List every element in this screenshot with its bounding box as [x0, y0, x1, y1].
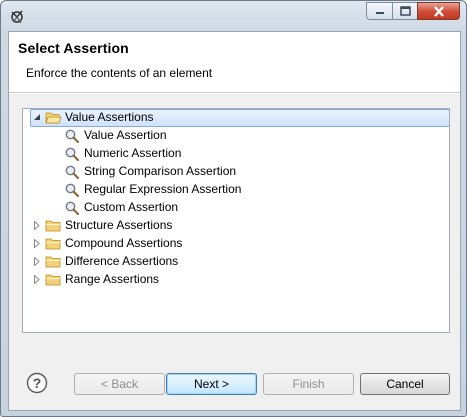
- tree-item-label: Compound Assertions: [65, 236, 183, 250]
- folder-icon: [45, 220, 61, 232]
- minimize-button[interactable]: [366, 2, 392, 20]
- tree-item-label: String Comparison Assertion: [84, 164, 237, 178]
- magnifier-icon: [65, 147, 80, 162]
- maximize-icon: [399, 6, 411, 16]
- folder-open-icon: [45, 112, 62, 124]
- magnifier-icon: [65, 165, 80, 180]
- magnifier-icon: [65, 201, 80, 216]
- tree-folder-item[interactable]: Range Assertions: [23, 271, 449, 289]
- collapsed-arrow-icon[interactable]: [33, 257, 41, 266]
- tree-leaf-item[interactable]: Value Assertion: [23, 127, 449, 145]
- tree-leaf-item[interactable]: String Comparison Assertion: [23, 163, 449, 181]
- dialog-window: Select Assertion Enforce the contents of…: [0, 0, 467, 417]
- dialog-content: Select Assertion Enforce the contents of…: [8, 31, 461, 411]
- folder-icon: [45, 238, 61, 250]
- expanded-arrow-icon[interactable]: [33, 113, 41, 122]
- tree-item-label: Numeric Assertion: [84, 146, 182, 160]
- tree-item-label: Regular Expression Assertion: [84, 182, 242, 196]
- folder-icon: [45, 256, 61, 268]
- app-icon: [11, 10, 23, 24]
- svg-text:?: ?: [33, 375, 42, 391]
- tree-leaf-item[interactable]: Regular Expression Assertion: [23, 181, 449, 199]
- collapsed-arrow-icon[interactable]: [33, 239, 41, 248]
- finish-button[interactable]: Finish: [263, 373, 354, 395]
- assertion-tree[interactable]: Value Assertions Value Assertion Numeric A…: [22, 108, 450, 333]
- next-button[interactable]: Next >: [166, 373, 257, 395]
- help-icon[interactable]: ?: [26, 372, 48, 394]
- tree-item-label: Structure Assertions: [65, 218, 173, 232]
- close-button[interactable]: [417, 2, 460, 20]
- tree-item-label: Difference Assertions: [65, 254, 179, 268]
- tree-folder-item[interactable]: Compound Assertions: [23, 235, 449, 253]
- folder-icon: [45, 274, 61, 286]
- tree-folder-item[interactable]: Value Assertions: [23, 109, 449, 127]
- wizard-header: Select Assertion Enforce the contents of…: [9, 32, 460, 93]
- page-description: Enforce the contents of an element: [26, 66, 213, 80]
- header-divider: [9, 93, 460, 94]
- maximize-button[interactable]: [392, 2, 417, 20]
- tree-item-label: Value Assertion: [84, 128, 167, 142]
- collapsed-arrow-icon[interactable]: [33, 221, 41, 230]
- minimize-icon: [375, 12, 384, 14]
- tree-folder-item[interactable]: Difference Assertions: [23, 253, 449, 271]
- tree-item-label: Range Assertions: [65, 272, 160, 286]
- close-icon: [433, 5, 444, 17]
- magnifier-icon: [65, 183, 80, 198]
- collapsed-arrow-icon[interactable]: [33, 275, 41, 284]
- title-bar[interactable]: [1, 1, 466, 31]
- tree-item-label: Custom Assertion: [84, 200, 179, 214]
- magnifier-icon: [65, 129, 80, 144]
- back-button[interactable]: < Back: [74, 373, 165, 395]
- tree-item-label: Value Assertions: [65, 110, 154, 124]
- cancel-button[interactable]: Cancel: [360, 373, 450, 395]
- tree-leaf-item[interactable]: Numeric Assertion: [23, 145, 449, 163]
- page-title: Select Assertion: [18, 40, 129, 56]
- tree-leaf-item[interactable]: Custom Assertion: [23, 199, 449, 217]
- tree-folder-item[interactable]: Structure Assertions: [23, 217, 449, 235]
